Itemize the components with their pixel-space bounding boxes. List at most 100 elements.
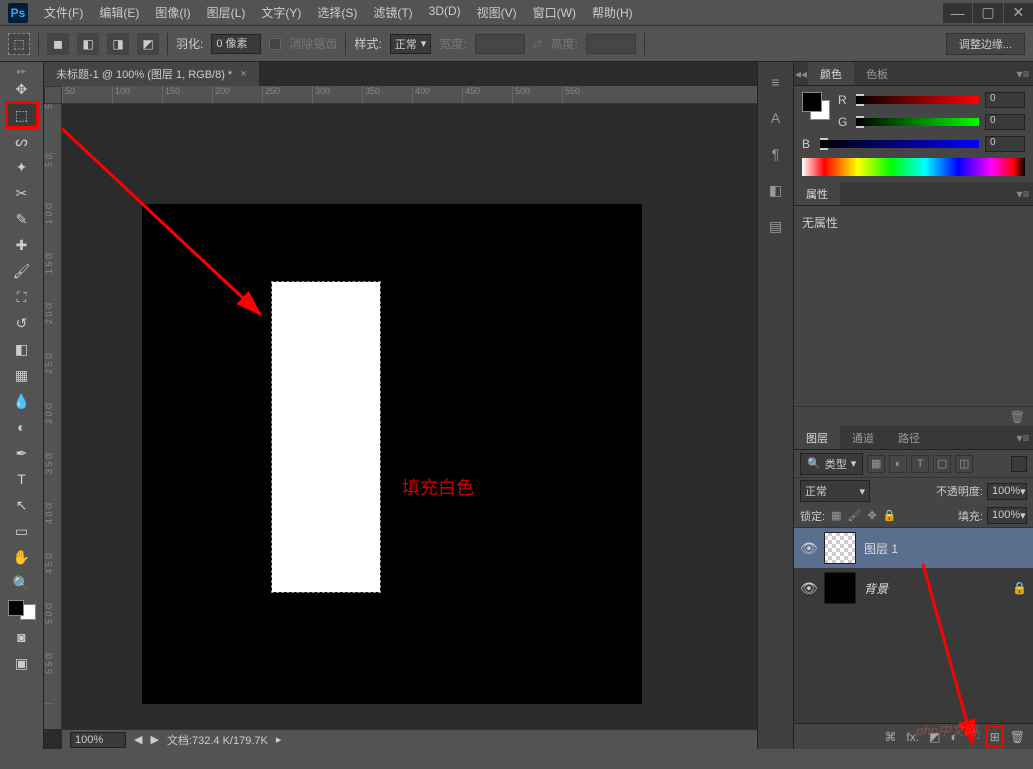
eyedropper-tool[interactable]: ✎ bbox=[7, 207, 37, 231]
g-slider[interactable] bbox=[856, 117, 979, 127]
filter-switch[interactable] bbox=[1011, 456, 1027, 472]
styles-panel-icon[interactable]: ◧ bbox=[764, 178, 788, 202]
canvas-viewport[interactable]: 填充白色 bbox=[62, 104, 757, 729]
trash-icon[interactable]: 🗑 bbox=[1010, 410, 1025, 424]
layer-name[interactable]: 图层 1 bbox=[864, 540, 898, 557]
gradient-tool[interactable]: ▦ bbox=[7, 363, 37, 387]
ruler-origin[interactable] bbox=[44, 86, 62, 104]
menu-3d[interactable]: 3D(D) bbox=[421, 0, 469, 25]
eraser-tool[interactable]: ◧ bbox=[7, 337, 37, 361]
marquee-selection[interactable] bbox=[272, 282, 380, 592]
blend-mode-select[interactable]: 正常▾ bbox=[800, 480, 870, 502]
r-value[interactable]: 0 bbox=[985, 92, 1025, 108]
color-swatches[interactable] bbox=[8, 600, 36, 620]
shape-tool[interactable]: ▭ bbox=[7, 519, 37, 543]
path-select-tool[interactable]: ↖ bbox=[7, 493, 37, 517]
menu-edit[interactable]: 编辑(E) bbox=[91, 0, 147, 25]
r-slider[interactable] bbox=[856, 95, 979, 105]
menu-select[interactable]: 选择(S) bbox=[309, 0, 365, 25]
menu-layer[interactable]: 图层(L) bbox=[199, 0, 254, 25]
layer-thumbnail[interactable] bbox=[824, 532, 856, 564]
document-tab[interactable]: 未标题-1 @ 100% (图层 1, RGB/8) * × bbox=[44, 62, 259, 86]
crop-tool[interactable]: ✂ bbox=[7, 181, 37, 205]
b-slider[interactable] bbox=[820, 139, 979, 149]
close-button[interactable]: ✕ bbox=[1003, 3, 1033, 23]
color-panel-menu-icon[interactable]: ▾≡ bbox=[1013, 62, 1033, 85]
menu-file[interactable]: 文件(F) bbox=[36, 0, 91, 25]
fill-input[interactable]: 100%▾ bbox=[987, 507, 1027, 524]
layer-name[interactable]: 背景 bbox=[864, 580, 888, 597]
tab-channels[interactable]: 通道 bbox=[840, 426, 886, 449]
clone-stamp-tool[interactable]: ⛶ bbox=[7, 285, 37, 309]
layer-thumbnail[interactable] bbox=[824, 572, 856, 604]
actions-panel-icon[interactable]: ▤ bbox=[764, 214, 788, 238]
delete-layer-icon[interactable]: 🗑 bbox=[1010, 730, 1025, 744]
filter-kind-select[interactable]: 🔍类型▾ bbox=[800, 453, 863, 475]
selection-new-icon[interactable]: ◼ bbox=[47, 33, 69, 55]
ruler-horizontal[interactable]: 50100150200250300350400450500550 bbox=[62, 86, 757, 104]
new-layer-icon[interactable]: ⊞ bbox=[990, 730, 1000, 744]
menu-window[interactable]: 窗口(W) bbox=[525, 0, 584, 25]
filter-pixel-icon[interactable]: ▦ bbox=[867, 455, 885, 473]
lock-all-icon[interactable]: 🔒 bbox=[883, 509, 897, 522]
layers-panel-menu-icon[interactable]: ▾≡ bbox=[1013, 426, 1033, 449]
filter-adjust-icon[interactable]: ◐ bbox=[889, 455, 907, 473]
opacity-input[interactable]: 100%▾ bbox=[987, 483, 1027, 500]
zoom-tool[interactable]: 🔍 bbox=[7, 571, 37, 595]
selection-intersect-icon[interactable]: ◩ bbox=[137, 33, 159, 55]
pen-tool[interactable]: ✒ bbox=[7, 441, 37, 465]
g-value[interactable]: 0 bbox=[985, 114, 1025, 130]
menu-view[interactable]: 视图(V) bbox=[469, 0, 525, 25]
history-brush-tool[interactable]: ↺ bbox=[7, 311, 37, 335]
menu-filter[interactable]: 滤镜(T) bbox=[365, 0, 420, 25]
lock-position-icon[interactable]: ✥ bbox=[867, 509, 876, 522]
link-layers-icon[interactable]: ⌘ bbox=[884, 730, 896, 744]
tab-color[interactable]: 颜色 bbox=[808, 62, 854, 85]
menu-type[interactable]: 文字(Y) bbox=[253, 0, 309, 25]
ruler-vertical[interactable]: 55 01 0 01 5 02 0 02 5 03 0 03 5 04 0 04… bbox=[44, 104, 62, 729]
document-tab-close-icon[interactable]: × bbox=[240, 68, 246, 80]
brush-tool[interactable]: 🖌 bbox=[7, 259, 37, 283]
magic-wand-tool[interactable]: ✦ bbox=[7, 155, 37, 179]
lock-paint-icon[interactable]: 🖌 bbox=[847, 509, 861, 522]
menu-help[interactable]: 帮助(H) bbox=[584, 0, 641, 25]
history-panel-icon[interactable]: ≡ bbox=[764, 70, 788, 94]
color-swatch-pair[interactable] bbox=[802, 92, 830, 120]
feather-input[interactable]: 0 像素 bbox=[211, 34, 261, 54]
filter-smart-icon[interactable]: ◫ bbox=[955, 455, 973, 473]
type-tool[interactable]: T bbox=[7, 467, 37, 491]
zoom-input[interactable]: 100% bbox=[70, 732, 126, 748]
dodge-tool[interactable]: ◐ bbox=[7, 415, 37, 439]
selection-subtract-icon[interactable]: ◨ bbox=[107, 33, 129, 55]
hand-tool[interactable]: ✋ bbox=[7, 545, 37, 569]
active-tool-icon[interactable]: ⬚ bbox=[8, 33, 30, 55]
character-panel-icon[interactable]: A bbox=[764, 106, 788, 130]
tab-layers[interactable]: 图层 bbox=[794, 426, 840, 449]
b-value[interactable]: 0 bbox=[985, 136, 1025, 152]
tab-properties[interactable]: 属性 bbox=[794, 182, 840, 205]
menu-image[interactable]: 图像(I) bbox=[147, 0, 198, 25]
layer-row[interactable]: 👁 背景 🔒 bbox=[794, 568, 1033, 608]
canvas[interactable]: 填充白色 bbox=[142, 204, 642, 704]
properties-panel-menu-icon[interactable]: ▾≡ bbox=[1013, 182, 1033, 205]
selection-add-icon[interactable]: ◧ bbox=[77, 33, 99, 55]
blur-tool[interactable]: 💧 bbox=[7, 389, 37, 413]
healing-brush-tool[interactable]: ✚ bbox=[7, 233, 37, 257]
tools-collapse-toggle[interactable]: ▸▸ bbox=[0, 66, 43, 76]
move-tool[interactable]: ✥ bbox=[7, 77, 37, 101]
quickmask-toggle[interactable]: ◙ bbox=[7, 625, 37, 649]
style-select[interactable]: 正常▾ bbox=[390, 34, 432, 54]
refine-edge-button[interactable]: 调整边缘... bbox=[946, 33, 1025, 55]
lock-transparency-icon[interactable]: ▦ bbox=[831, 509, 841, 522]
layer-row[interactable]: 👁 图层 1 bbox=[794, 528, 1033, 568]
screenmode-toggle[interactable]: ▣ bbox=[7, 651, 37, 675]
tab-paths[interactable]: 路径 bbox=[886, 426, 932, 449]
rect-marquee-tool[interactable]: ⬚ bbox=[7, 103, 37, 127]
visibility-toggle-icon[interactable]: 👁 bbox=[800, 540, 816, 557]
lasso-tool[interactable]: ᔕ bbox=[7, 129, 37, 153]
filter-type-icon[interactable]: T bbox=[911, 455, 929, 473]
foreground-color[interactable] bbox=[8, 600, 24, 616]
spectrum-picker[interactable] bbox=[802, 158, 1025, 176]
tab-swatches[interactable]: 色板 bbox=[854, 62, 900, 85]
paragraph-panel-icon[interactable]: ¶ bbox=[764, 142, 788, 166]
